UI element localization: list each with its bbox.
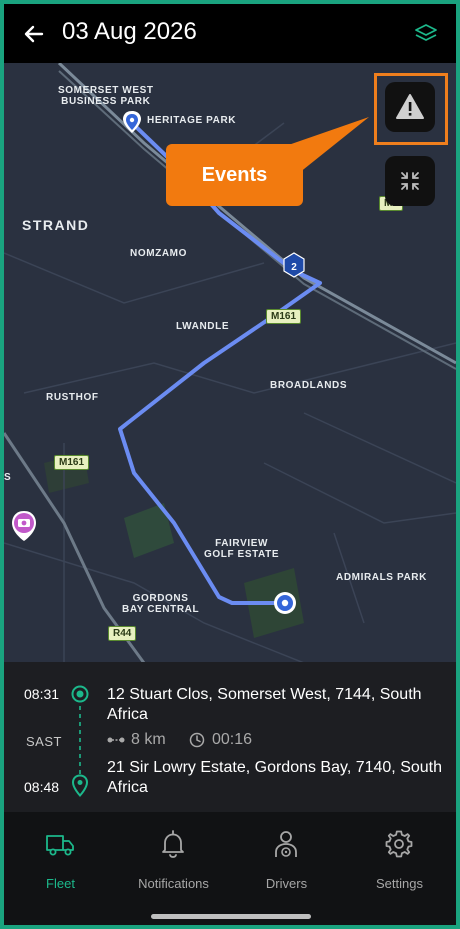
map-label-strand: STRAND — [22, 217, 90, 233]
driver-icon — [275, 831, 297, 857]
trip-distance: 8 km — [131, 731, 166, 748]
trip-summary-panel[interactable]: 08:31 12 Stuart Clos, Somerset West, 714… — [4, 662, 456, 812]
camera-marker-icon[interactable] — [12, 511, 36, 541]
back-arrow-icon[interactable] — [22, 22, 46, 46]
start-location-icon — [71, 685, 89, 703]
page-title: 03 Aug 2026 — [62, 18, 197, 45]
events-callout: Events — [166, 144, 303, 206]
app-frame: 03 Aug 2026 SOMERSET WEST BUSINESS PARK … — [4, 4, 456, 925]
bell-icon — [162, 830, 184, 858]
map-view[interactable]: SOMERSET WEST BUSINESS PARK HERITAGE PAR… — [4, 63, 456, 663]
nav-notifications-label: Notifications — [138, 876, 209, 891]
home-indicator[interactable] — [151, 914, 311, 919]
distance-icon — [107, 737, 125, 743]
bottom-navigation: Fleet Notifications Drivers Settings — [4, 812, 456, 925]
map-label-lwandle: LWANDLE — [176, 321, 230, 332]
timezone-label: SAST — [26, 734, 62, 749]
map-label-rusthof: RUSTHOF — [46, 392, 99, 403]
nav-fleet[interactable]: Fleet — [4, 812, 117, 912]
road-shield-n2-label: 2 — [291, 262, 297, 273]
layers-icon[interactable] — [414, 22, 438, 46]
map-label-partial: S — [4, 472, 12, 483]
events-highlight-frame — [374, 73, 448, 145]
map-label-broadlands: BROADLANDS — [270, 380, 348, 391]
nav-fleet-label: Fleet — [46, 876, 75, 891]
nav-settings[interactable]: Settings — [343, 812, 456, 912]
truck-icon — [46, 835, 74, 856]
start-time: 08:31 — [24, 686, 60, 702]
map-label-gordons-bay: GORDONS BAY CENTRAL — [122, 593, 200, 615]
end-time: 08:48 — [24, 779, 60, 795]
road-shield-r44: R44 — [108, 626, 137, 641]
road-shield-m161: M161 — [266, 309, 302, 324]
map-label-fairview: FAIRVIEW GOLF ESTATE — [204, 538, 280, 560]
top-bar: 03 Aug 2026 — [4, 4, 456, 63]
map-label-heritage-park: HERITAGE PARK — [147, 115, 237, 126]
gear-icon — [385, 830, 413, 858]
end-pin-icon[interactable] — [274, 592, 296, 614]
road-shield-m161: M161 — [54, 455, 90, 470]
nav-drivers-label: Drivers — [265, 876, 308, 891]
nav-settings-label: Settings — [376, 876, 423, 891]
clock-icon — [189, 732, 205, 748]
map-label-somerset-west: SOMERSET WEST BUSINESS PARK — [58, 85, 154, 107]
nav-drivers[interactable]: Drivers — [230, 812, 343, 912]
collapse-icon — [401, 172, 419, 190]
map-label-nomzamo: NOMZAMO — [130, 248, 187, 259]
map-label-admirals-park: ADMIRALS PARK — [336, 572, 427, 583]
end-address: 21 Sir Lowry Estate, Gordons Bay, 7140, … — [107, 759, 442, 796]
nav-notifications[interactable]: Notifications — [117, 812, 230, 912]
trip-duration: 00:16 — [212, 731, 253, 748]
end-location-icon — [71, 774, 89, 797]
route-connector — [79, 706, 81, 776]
collapse-map-button[interactable] — [385, 156, 435, 206]
start-address: 12 Stuart Clos, Somerset West, 7144, Sou… — [107, 686, 422, 723]
